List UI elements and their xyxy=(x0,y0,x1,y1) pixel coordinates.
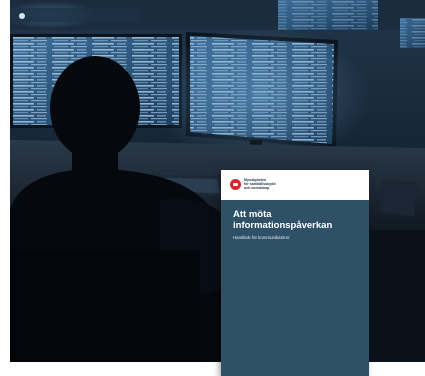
cover-header: Myndigheten för samhällsskydd och bereds… xyxy=(221,170,369,200)
handbook-title: Att möta informationspåverkan xyxy=(233,209,333,231)
msb-logo-icon xyxy=(230,179,241,190)
handbook-subtitle: Handbok för kommunikatörer xyxy=(233,235,290,240)
publisher-name: Myndigheten för samhällsskydd och bereds… xyxy=(244,178,276,190)
cover-body: Att möta informationspåverkan Handbok fö… xyxy=(221,200,369,376)
handbook-cover: Myndigheten för samhällsskydd och bereds… xyxy=(221,170,369,376)
promo-image: Myndigheten för samhällsskydd och bereds… xyxy=(0,0,425,376)
